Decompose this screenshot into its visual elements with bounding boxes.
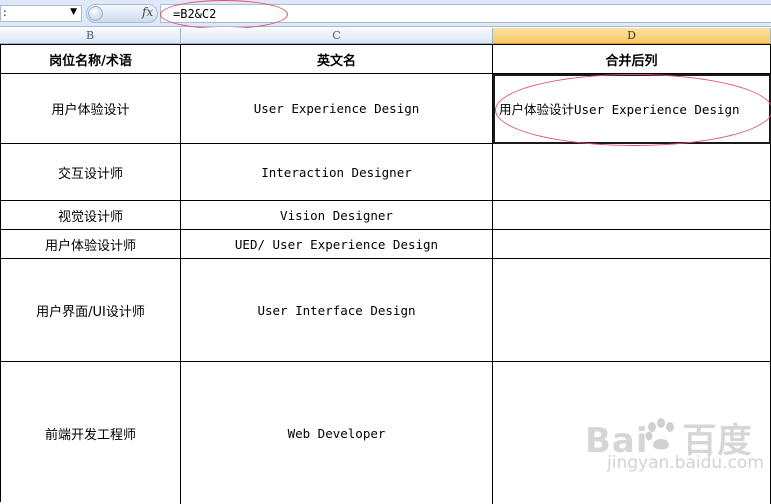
cell-c-row1[interactable]: User Experience Design bbox=[181, 74, 493, 144]
insert-function-icon[interactable]: fx bbox=[142, 5, 153, 19]
cell-c-row2[interactable]: Interaction Designer bbox=[181, 144, 493, 201]
cell-c-row5[interactable]: User Interface Design bbox=[181, 259, 493, 362]
baidu-jingyan-watermark: Bai 百度 jingyan.baidu.com bbox=[585, 413, 765, 493]
paw-icon bbox=[645, 418, 674, 450]
formula-bar: : ▼ fx =B2&C2 bbox=[0, 0, 771, 29]
cell-b-row2[interactable]: 交互设计师 bbox=[1, 144, 181, 201]
name-box-dropdown-icon[interactable]: ▼ bbox=[70, 7, 77, 17]
header-cell-c[interactable]: 英文名 bbox=[181, 45, 493, 74]
cell-d-row3[interactable] bbox=[493, 201, 771, 230]
header-cell-d[interactable]: 合并后列 bbox=[493, 45, 771, 74]
cell-b-row1[interactable]: 用户体验设计 bbox=[1, 74, 181, 144]
cell-b-row6[interactable]: 前端开发工程师 bbox=[1, 362, 181, 504]
column-header-d[interactable]: D bbox=[493, 28, 771, 44]
cell-b-row5[interactable]: 用户界面/UI设计师 bbox=[1, 259, 181, 362]
column-header-b[interactable]: B bbox=[0, 28, 181, 44]
formula-text: =B2&C2 bbox=[173, 7, 217, 21]
formula-controls: fx bbox=[86, 4, 158, 23]
formula-input[interactable]: =B2&C2 bbox=[160, 4, 771, 23]
watermark-url: jingyan.baidu.com bbox=[607, 453, 764, 473]
cancel-circle-icon[interactable] bbox=[88, 6, 103, 21]
cell-d-row4[interactable] bbox=[493, 230, 771, 259]
cell-d-row1-selected[interactable]: 用户体验设计User Experience Design bbox=[493, 74, 771, 144]
header-cell-b[interactable]: 岗位名称/术语 bbox=[1, 45, 181, 74]
column-header-c[interactable]: C bbox=[181, 28, 493, 44]
column-header-row: B C D bbox=[0, 28, 771, 44]
cell-b-row4[interactable]: 用户体验设计师 bbox=[1, 230, 181, 259]
cell-d-row5[interactable] bbox=[493, 259, 771, 362]
name-box[interactable]: : ▼ bbox=[0, 5, 82, 22]
name-box-value: : bbox=[3, 6, 7, 19]
cell-c-row3[interactable]: Vision Designer bbox=[181, 201, 493, 230]
cell-c-row6[interactable]: Web Developer bbox=[181, 362, 493, 504]
cell-c-row4[interactable]: UED/ User Experience Design bbox=[181, 230, 493, 259]
merged-text: 用户体验设计User Experience Design bbox=[499, 102, 740, 117]
cell-d-row2[interactable] bbox=[493, 144, 771, 201]
cell-b-row3[interactable]: 视觉设计师 bbox=[1, 201, 181, 230]
